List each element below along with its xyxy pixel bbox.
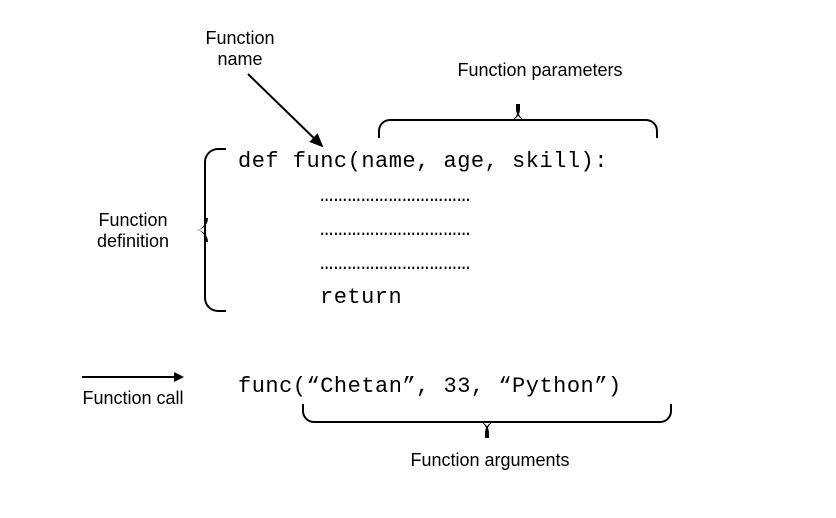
function-definition-code: def func(name, age, skill): …………………………… … <box>238 145 608 315</box>
brace-parameters <box>378 104 658 138</box>
label-function-parameters: Function parameters <box>430 60 650 81</box>
code-body-line-1: …………………………… <box>320 179 608 213</box>
label-function-name: Function name <box>185 28 295 70</box>
code-body-line-2: …………………………… <box>320 213 608 247</box>
arrow-function-call <box>82 376 182 378</box>
label-function-call: Function call <box>78 388 188 409</box>
code-body-line-3: …………………………… <box>320 247 608 281</box>
label-function-definition: Function definition <box>78 210 188 252</box>
code-return-line: return <box>320 281 608 315</box>
label-function-arguments: Function arguments <box>380 450 600 471</box>
brace-definition <box>186 148 226 312</box>
brace-arguments <box>302 404 672 438</box>
code-call-line: func(“Chetan”, 33, “Python”) <box>238 374 622 399</box>
code-def-line: def func(name, age, skill): <box>238 145 608 179</box>
function-call-code: func(“Chetan”, 33, “Python”) <box>238 370 622 404</box>
